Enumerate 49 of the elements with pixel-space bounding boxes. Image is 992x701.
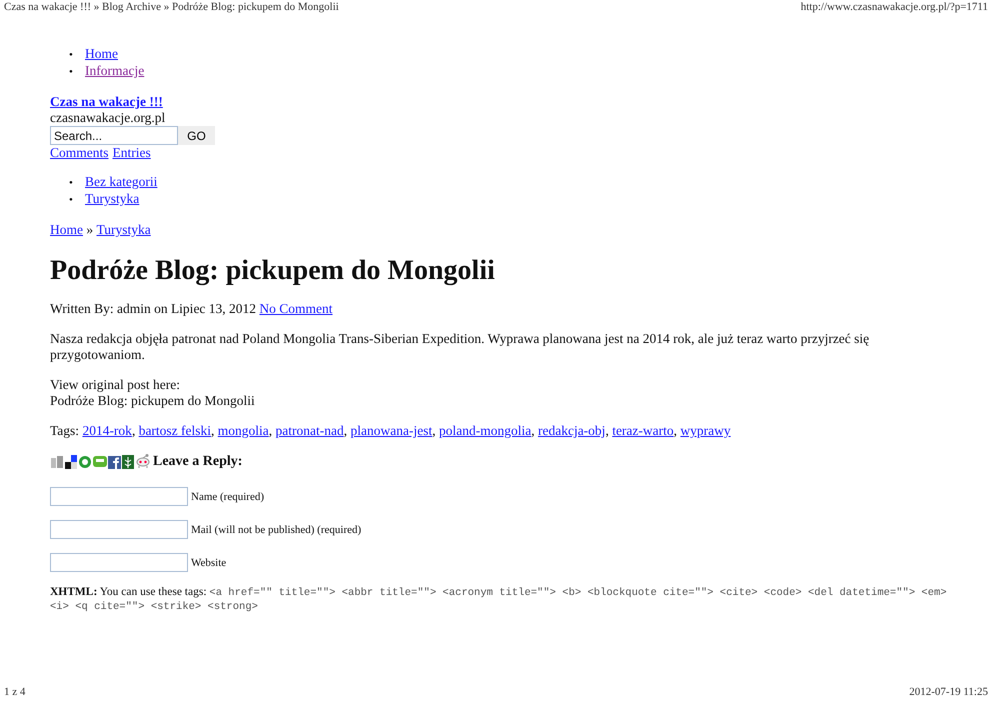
feed-link[interactable]: Entries — [112, 145, 151, 161]
tag-link[interactable]: 2014-rok — [82, 423, 132, 438]
page-number: 1 z 4 — [4, 686, 26, 698]
field-label: Mail (will not be published) (required) — [191, 522, 362, 538]
site-tagline: czasnawakacje.org.pl — [50, 110, 166, 126]
allowed-tags-note: XHTML: You can use these tags: <a href="" title=""> <abbr title=""> <acronym title=""> <b> <blockquote cite=""> <cite> <code> <del datetime=""> <em> <i> <q cite=""> <strike> <strong> — [50, 586, 948, 614]
tags-line: Tags: 2014-rok, bartosz felski, mongolia, patronat-nad, planowana-jest, poland-mongolia, redakcja-obj, teraz-warto, wyprawy — [50, 423, 732, 439]
bullet: • — [69, 65, 74, 80]
bullet: • — [69, 48, 74, 63]
page-title: Czas na wakacje !!! » Blog Archive » Podróże Blog: pickupem do Mongolii — [4, 1, 339, 13]
input-field[interactable] — [50, 553, 188, 572]
breadcrumb: Home » Turystyka — [50, 222, 152, 238]
tag-link[interactable]: planowana-jest — [350, 423, 432, 438]
tag-link[interactable]: bartosz felski — [138, 423, 212, 438]
tag-link[interactable]: mongolia — [218, 423, 269, 438]
tag-link[interactable]: wyprawy — [680, 423, 731, 438]
field-label: Name (required) — [191, 490, 264, 504]
print-datetime: 2012-07-19 11:25 — [909, 686, 988, 698]
category-link[interactable]: Turystyka — [85, 191, 140, 206]
post-meta: Written By: admin on Lipiec 13, 2012 No Comment — [50, 301, 334, 317]
input-field[interactable] — [50, 520, 188, 539]
tag-link[interactable]: teraz-warto — [612, 423, 674, 438]
post-body: Nasza redakcja objęła patronat nad Poland Mongolia Trans-Siberian Expedition. Wyprawa planowana jest na 2014 rok, ale już teraz warto przyjrzeć się przygotowaniom. — [50, 331, 870, 363]
page-url: http://www.czasnawakacje.org.pl/?p=1711 — [800, 1, 988, 13]
category-link[interactable]: Bez kategorii — [85, 174, 158, 189]
breadcrumb-link[interactable]: Home — [50, 222, 83, 237]
source-label: View original post here: — [50, 377, 182, 393]
bullet: • — [69, 176, 74, 191]
post-title: Podróże Blog: pickupem do Mongolii — [50, 255, 496, 287]
tag-link[interactable]: patronat-nad — [276, 423, 344, 438]
share-icon[interactable] — [65, 455, 77, 469]
input-field[interactable] — [50, 487, 188, 506]
nav-link[interactable]: Informacje — [85, 63, 144, 78]
feed-link[interactable]: Comments — [50, 145, 109, 161]
reply-heading: Leave a Reply: — [153, 454, 242, 469]
facebook-icon[interactable] — [108, 456, 121, 469]
go-button[interactable]: GO — [178, 126, 215, 145]
no-comment-link[interactable]: No Comment — [259, 301, 333, 316]
breadcrumb-link[interactable]: Turystyka — [96, 222, 151, 237]
tag-link[interactable]: poland-mongolia — [438, 423, 532, 438]
search-field[interactable]: Search... — [50, 126, 178, 145]
nav-link[interactable]: Home — [85, 46, 118, 61]
robot-icon[interactable] — [135, 453, 151, 469]
source-title: Podróże Blog: pickupem do Mongolii — [50, 393, 256, 409]
bullet: • — [69, 193, 74, 208]
site-title-link[interactable]: Czas na wakacje !!! — [50, 94, 163, 110]
leaf-icon[interactable] — [122, 455, 134, 469]
tag-link[interactable]: redakcja-obj — [538, 423, 606, 438]
field-label: Website — [191, 556, 226, 570]
